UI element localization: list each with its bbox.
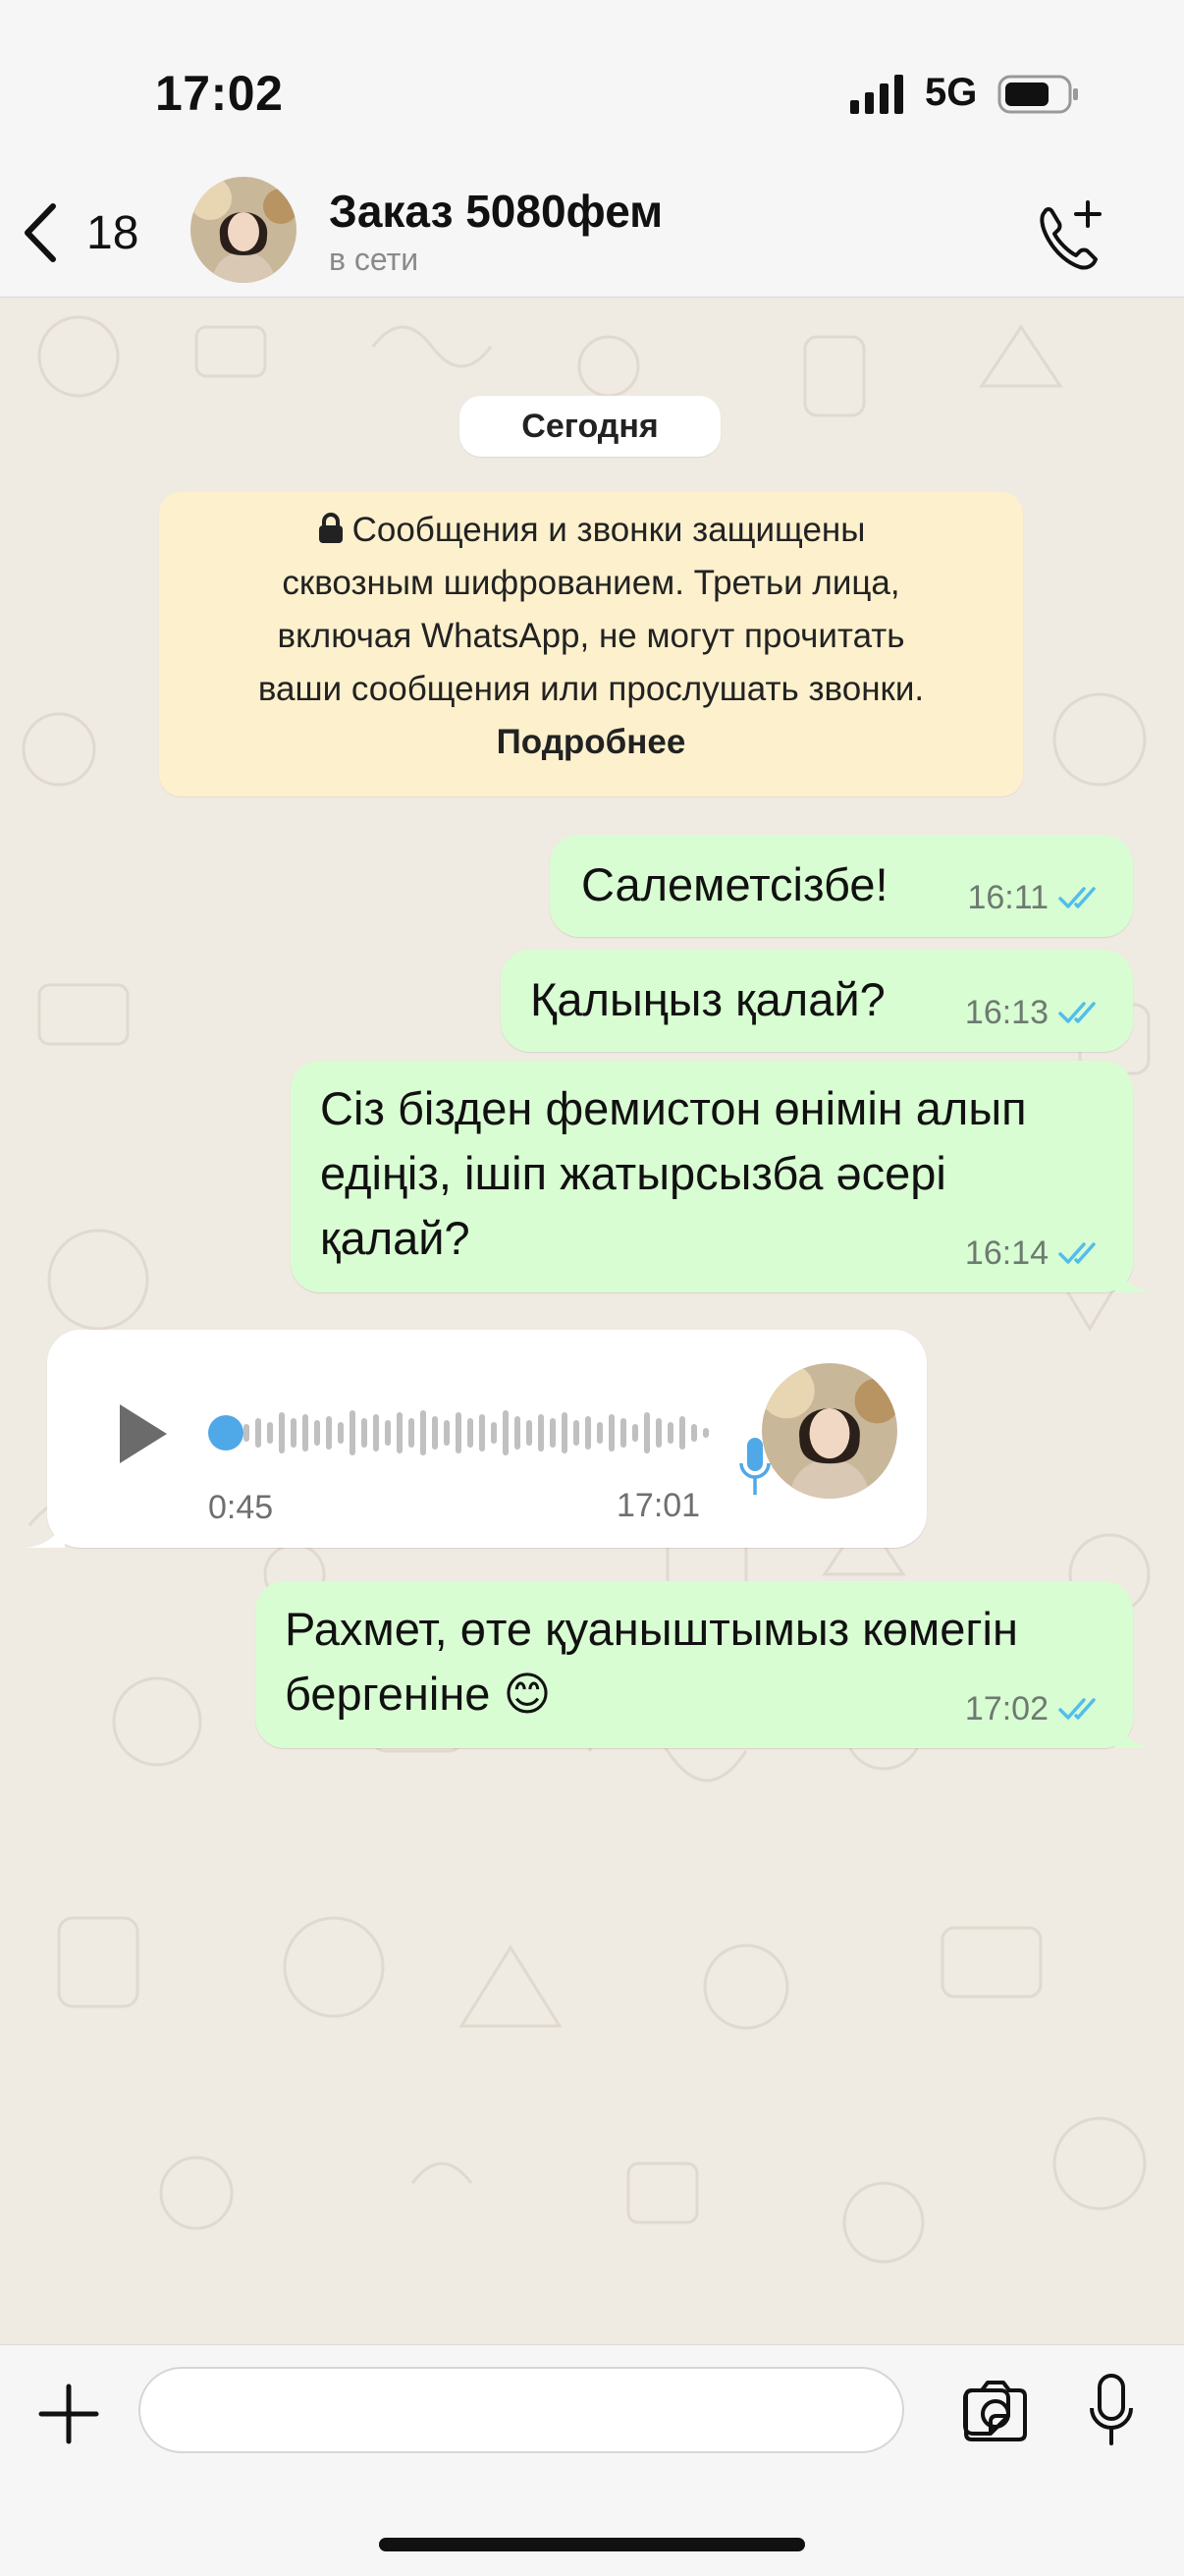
message-meta: 16:11 bbox=[967, 879, 1105, 917]
status-bar: 17:02 5G bbox=[0, 0, 1184, 177]
message-time: 16:11 bbox=[967, 879, 1049, 916]
avatar[interactable] bbox=[190, 177, 296, 283]
playback-scrubber bbox=[208, 1415, 243, 1451]
date-separator: Сегодня bbox=[459, 396, 721, 457]
message-text: Қалыңыз қалай? bbox=[530, 973, 886, 1025]
message-input[interactable] bbox=[170, 2379, 802, 2443]
message-line: едіңіз, ішіп жатырсызба әсері bbox=[320, 1147, 946, 1199]
chat-area[interactable]: Сегодня Сообщения и звонки защищены скво… bbox=[0, 298, 1184, 2344]
back-button[interactable]: 18 bbox=[20, 198, 138, 267]
message-line: бергеніне 😊 bbox=[285, 1668, 552, 1720]
contact-photo bbox=[762, 1363, 897, 1499]
microphone-icon bbox=[739, 1438, 771, 1495]
unread-count: 18 bbox=[86, 206, 139, 259]
input-bar bbox=[0, 2344, 1184, 2576]
message-text: Салеметсізбе! bbox=[581, 858, 888, 910]
chat-header: 18 Заказ 5080фем в сети bbox=[0, 177, 1184, 298]
read-receipt-icon bbox=[1058, 1001, 1096, 1023]
message-meta: 16:13 bbox=[965, 994, 1105, 1032]
outgoing-message[interactable]: Қалыңыз қалай? 16:13 bbox=[501, 950, 1133, 1052]
message-line: Рахмет, өте қуаныштымыз көмегін bbox=[285, 1603, 1018, 1655]
message-time: 16:13 bbox=[964, 994, 1049, 1031]
message-time: 17:02 bbox=[964, 1690, 1049, 1727]
plus-icon[interactable] bbox=[35, 2381, 102, 2447]
contact-photo bbox=[190, 177, 296, 283]
contact-status: в сети bbox=[329, 242, 419, 277]
message-input-container[interactable] bbox=[138, 2367, 1010, 2453]
play-icon[interactable] bbox=[112, 1398, 173, 1469]
message-text: Рахмет, өте қуаныштымыз көмегін бергенін… bbox=[285, 1597, 1018, 1726]
incoming-voice-message[interactable]: 0:45 17:01 bbox=[26, 1330, 927, 1548]
outgoing-message[interactable]: Салеметсізбе! 16:11 bbox=[550, 835, 1133, 937]
message-time: 16:14 bbox=[964, 1234, 1049, 1272]
outgoing-message[interactable]: Рахмет, өте қуаныштымыз көмегін бергенін… bbox=[255, 1581, 1155, 1748]
bubble-tail bbox=[1115, 1257, 1155, 1292]
camera-icon[interactable] bbox=[958, 2379, 1033, 2443]
lock-icon bbox=[318, 513, 343, 543]
bubble-tail bbox=[1115, 1713, 1155, 1748]
read-receipt-icon bbox=[1058, 886, 1096, 908]
network-type: 5G bbox=[925, 71, 978, 114]
message-time: 17:01 bbox=[617, 1487, 701, 1524]
contact-name[interactable]: Заказ 5080фем bbox=[329, 185, 663, 238]
bubble-tail bbox=[26, 1512, 65, 1548]
chevron-left-icon bbox=[25, 203, 56, 262]
cellular-signal-icon bbox=[850, 75, 903, 114]
message-line: қалай? bbox=[320, 1212, 470, 1264]
encryption-line: Сообщения и звонки защищены bbox=[159, 504, 1023, 557]
outgoing-message[interactable]: Сіз бізден фемистон өнімін алып едіңіз, … bbox=[291, 1061, 1155, 1292]
battery-icon bbox=[997, 75, 1078, 114]
learn-more-link[interactable]: Подробнее bbox=[159, 716, 1023, 769]
message-meta: 17:02 bbox=[965, 1690, 1105, 1728]
sender-avatar bbox=[762, 1363, 897, 1499]
home-indicator bbox=[379, 2538, 805, 2551]
read-receipt-icon bbox=[1058, 1697, 1096, 1720]
encryption-line: включая WhatsApp, не могут прочитать bbox=[277, 617, 905, 655]
add-call-icon[interactable] bbox=[1031, 196, 1109, 275]
voice-duration: 0:45 bbox=[208, 1489, 274, 1526]
microphone-icon[interactable] bbox=[1088, 2373, 1135, 2447]
encryption-line: сквозным шифрованием. Третьи лица, bbox=[282, 564, 900, 602]
message-line: Сіз бізден фемистон өнімін алып bbox=[320, 1082, 1027, 1134]
message-meta: 16:14 bbox=[965, 1234, 1105, 1273]
encryption-notice[interactable]: Сообщения и звонки защищены сквозным шиф… bbox=[159, 492, 1023, 796]
voice-waveform[interactable] bbox=[204, 1398, 754, 1467]
status-time: 17:02 bbox=[155, 66, 284, 121]
read-receipt-icon bbox=[1058, 1241, 1096, 1264]
encryption-line: ваши сообщения или прослушать звонки. bbox=[257, 670, 925, 708]
message-text: Сіз бізден фемистон өнімін алып едіңіз, … bbox=[320, 1076, 1027, 1271]
